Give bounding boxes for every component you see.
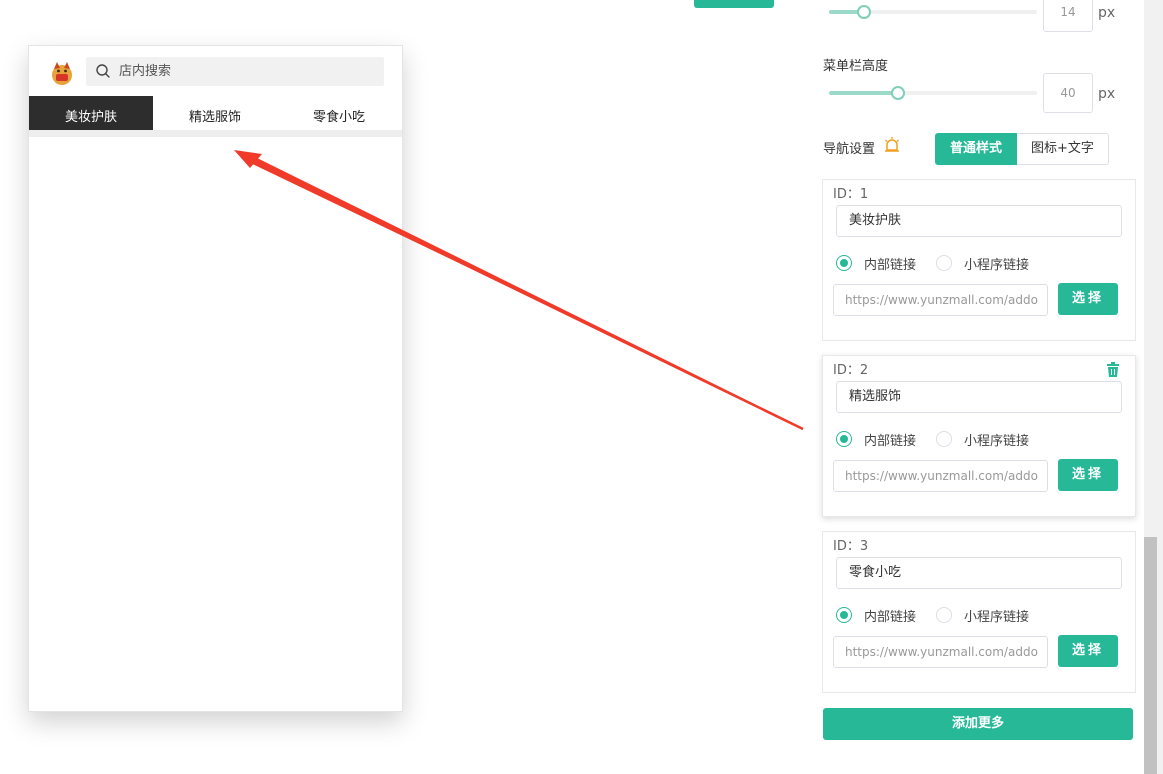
radio-internal-link-label: 内部链接	[864, 434, 917, 449]
font-size-unit: px	[1098, 5, 1116, 21]
nav-item-id-label: ID：	[833, 539, 860, 554]
nav-item-id-label: ID：	[833, 363, 860, 378]
preview-tab-1[interactable]: 美妆护肤	[29, 96, 153, 130]
top-action-button[interactable]	[694, 0, 774, 8]
delete-item-icon[interactable]	[1106, 362, 1120, 378]
nav-item-name-input[interactable]: 精选服饰	[836, 381, 1122, 413]
select-link-button[interactable]: 选择	[1058, 283, 1118, 315]
font-size-slider-knob[interactable]	[857, 5, 871, 19]
nav-item-id-value: 1	[859, 187, 869, 202]
preview-search-bar[interactable]: 店内搜索	[86, 57, 384, 86]
preview-header: 店内搜索	[29, 46, 402, 96]
phone-preview: 店内搜索 美妆护肤 精选服饰 零食小吃	[28, 45, 403, 712]
nav-item-id-label: ID：	[833, 187, 860, 202]
nav-item-url-input[interactable]: https://www.yunzmall.com/addo	[833, 636, 1048, 668]
preview-tab-3[interactable]: 零食小吃	[277, 96, 401, 130]
nav-item-card-2: ID：2 精选服饰 内部链接 小程序链接 https://www.yunzmal…	[822, 355, 1136, 517]
nav-item-url-input[interactable]: https://www.yunzmall.com/addo	[833, 284, 1048, 316]
scrollbar-thumb[interactable]	[1144, 537, 1157, 774]
menu-height-input[interactable]: 40	[1043, 73, 1093, 113]
nav-style-icon-text-button[interactable]: 图标+文字	[1017, 133, 1109, 165]
menu-height-label: 菜单栏高度	[823, 59, 889, 74]
nav-item-url-input[interactable]: https://www.yunzmall.com/addo	[833, 460, 1048, 492]
menu-height-slider[interactable]	[829, 91, 1037, 95]
radio-miniprogram-link-label: 小程序链接	[964, 258, 1030, 273]
radio-internal-link-label: 内部链接	[864, 610, 917, 625]
nav-item-card-1: ID：1 美妆护肤 内部链接 小程序链接 https://www.yunzmal…	[822, 179, 1136, 341]
radio-miniprogram-link-label: 小程序链接	[964, 610, 1030, 625]
nav-item-id-value: 2	[859, 363, 869, 378]
nav-item-id: ID：2	[833, 359, 868, 378]
preview-divider	[29, 130, 402, 137]
add-more-button[interactable]: 添加更多	[823, 708, 1133, 740]
menu-height-slider-fill	[829, 91, 899, 95]
radio-miniprogram-link-label: 小程序链接	[964, 434, 1030, 449]
preview-tab-2[interactable]: 精选服饰	[153, 96, 277, 130]
menu-height-slider-knob[interactable]	[891, 86, 905, 100]
radio-internal-link-label: 内部链接	[864, 258, 917, 273]
menu-height-unit: px	[1098, 86, 1116, 102]
radio-miniprogram-link[interactable]	[936, 431, 952, 447]
nav-style-normal-button[interactable]: 普通样式	[935, 133, 1018, 165]
nav-settings-label: 导航设置	[823, 142, 876, 157]
search-placeholder: 店内搜索	[119, 64, 172, 79]
select-link-button[interactable]: 选择	[1058, 459, 1118, 491]
select-link-button[interactable]: 选择	[1058, 635, 1118, 667]
nav-style-toggle: 普通样式 图标+文字	[935, 133, 1109, 165]
nav-item-name-input[interactable]: 零食小吃	[836, 557, 1122, 589]
radio-internal-link[interactable]	[836, 255, 852, 271]
nav-item-card-3: ID：3 零食小吃 内部链接 小程序链接 https://www.yunzmal…	[822, 531, 1136, 693]
nav-item-id-value: 3	[859, 539, 869, 554]
radio-internal-link[interactable]	[836, 431, 852, 447]
alarm-hint-icon[interactable]	[883, 136, 901, 154]
shop-logo-icon	[52, 62, 72, 85]
radio-miniprogram-link[interactable]	[936, 255, 952, 271]
search-icon	[96, 64, 110, 78]
preview-nav-tabs: 美妆护肤 精选服饰 零食小吃	[29, 96, 402, 130]
radio-miniprogram-link[interactable]	[936, 607, 952, 623]
nav-item-name-input[interactable]: 美妆护肤	[836, 205, 1122, 237]
radio-internal-link[interactable]	[836, 607, 852, 623]
font-size-input[interactable]: 14	[1043, 0, 1093, 32]
nav-item-id: ID：1	[833, 183, 868, 202]
nav-item-id: ID：3	[833, 535, 868, 554]
